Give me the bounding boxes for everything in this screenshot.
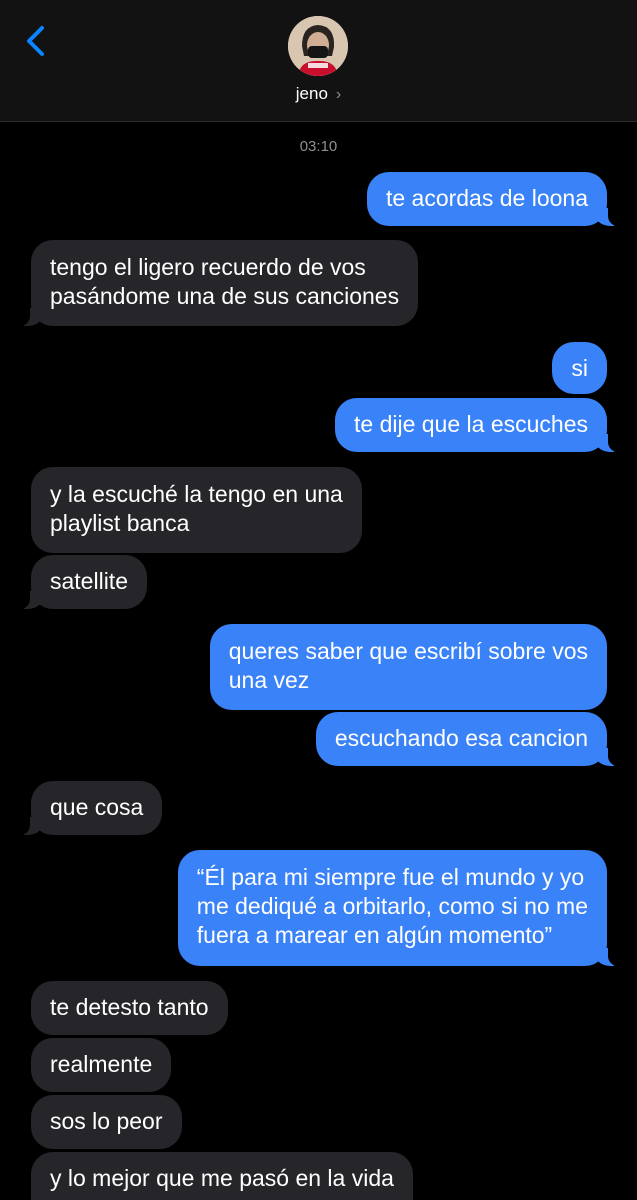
message-bubble-outgoing[interactable]: te acordas de loona bbox=[366, 172, 635, 226]
message-bubble-incoming[interactable]: y lo mejor que me pasó en la vida bbox=[31, 1152, 413, 1200]
message-bubble-incoming[interactable]: que cosa bbox=[3, 781, 163, 835]
contact-name: jeno bbox=[295, 84, 328, 103]
message-text: te detesto tanto bbox=[50, 994, 209, 1020]
chevron-right-icon: › bbox=[335, 86, 342, 103]
message-bubble-outgoing[interactable]: “Él para mi siempre fue el mundo y yo me… bbox=[177, 850, 635, 966]
message-bubble-outgoing[interactable]: escuchando esa cancion bbox=[315, 712, 635, 766]
message-bubble-incoming[interactable]: sos lo peor bbox=[31, 1095, 182, 1149]
message-bubble-outgoing[interactable]: si bbox=[552, 342, 607, 394]
message-text: playlist banca bbox=[50, 510, 190, 536]
message-text: tengo el ligero recuerdo de vos bbox=[50, 254, 366, 280]
message-text: y la escuché la tengo en una bbox=[50, 481, 343, 507]
message-text: “Él para mi siempre fue el mundo y yo bbox=[196, 864, 585, 890]
message-text: me dediqué a orbitarlo, como si no me bbox=[196, 893, 588, 919]
message-bubble-incoming[interactable]: satellite bbox=[4, 555, 147, 609]
message-text: fuera a marear en algún momento” bbox=[196, 922, 553, 948]
message-text: una vez bbox=[228, 667, 310, 693]
message-text: te dije que la escuches bbox=[354, 411, 588, 437]
chevron-left-icon bbox=[27, 26, 44, 56]
conversation-header: jeno › bbox=[0, 0, 637, 122]
message-text: te acordas de loona bbox=[385, 185, 588, 211]
message-text: queres saber que escribí sobre vos bbox=[228, 638, 588, 664]
message-timestamp: 03:10 bbox=[299, 138, 338, 155]
avatar[interactable] bbox=[288, 16, 348, 76]
contact-name-button[interactable]: jeno › bbox=[0, 84, 637, 104]
message-bubble-incoming[interactable]: realmente bbox=[31, 1038, 172, 1092]
message-text: que cosa bbox=[50, 794, 144, 820]
message-bubble-incoming[interactable]: te detesto tanto bbox=[31, 981, 228, 1035]
message-text: realmente bbox=[50, 1051, 153, 1077]
message-bubble-incoming[interactable]: tengo el ligero recuerdo de vos pasándom… bbox=[3, 240, 419, 326]
message-text: sos lo peor bbox=[50, 1108, 163, 1134]
message-text: pasándome una de sus canciones bbox=[50, 283, 400, 309]
back-button[interactable] bbox=[22, 24, 52, 58]
message-text: satellite bbox=[50, 568, 128, 594]
message-text: y lo mejor que me pasó en la vida bbox=[50, 1165, 394, 1191]
message-bubble-outgoing[interactable]: te dije que la escuches bbox=[335, 398, 634, 452]
message-text: si bbox=[571, 355, 588, 381]
message-text: escuchando esa cancion bbox=[334, 725, 588, 751]
message-bubble-incoming[interactable]: y la escuché la tengo en una playlist ba… bbox=[31, 467, 362, 553]
message-bubble-outgoing[interactable]: queres saber que escribí sobre vos una v… bbox=[209, 624, 607, 710]
